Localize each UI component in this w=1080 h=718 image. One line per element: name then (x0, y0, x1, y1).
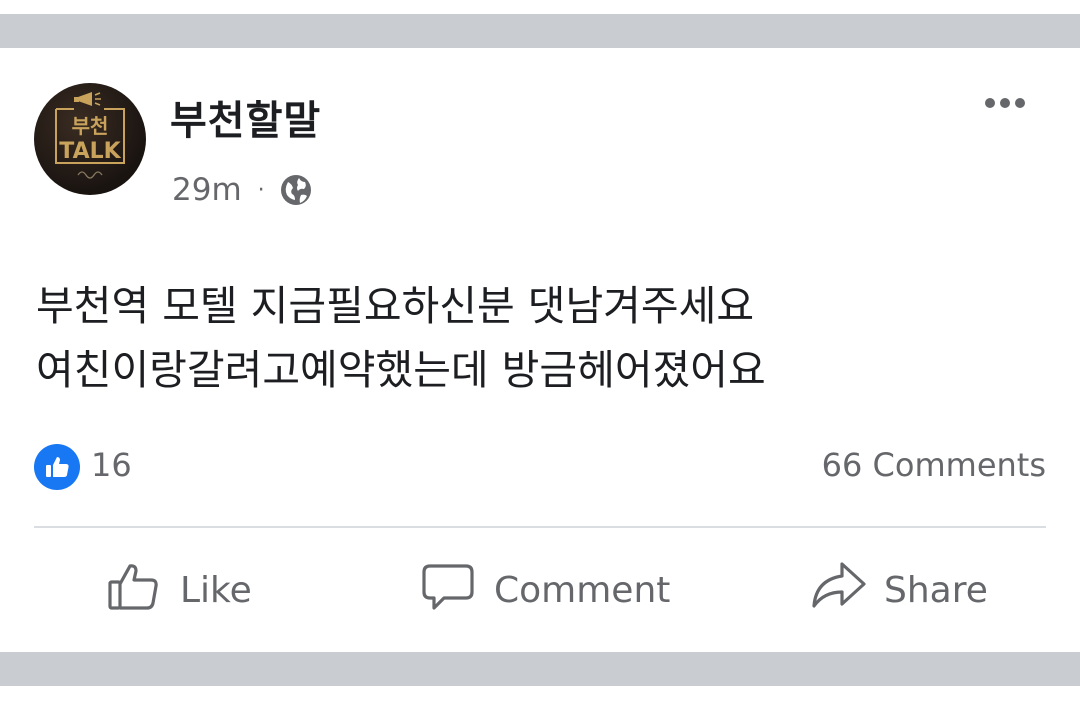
like-button[interactable]: Like (106, 558, 252, 622)
post-text: 부천역 모텔 지금필요하신분 댓남겨주세요 여친이랑갈려고예약했는데 방금헤어졌… (36, 274, 1036, 402)
avatar-line2: TALK (59, 139, 121, 164)
post-meta: 29m · (172, 170, 313, 210)
comments-count-link[interactable]: 66 Comments (822, 446, 1046, 484)
reaction-count[interactable]: 16 (91, 446, 132, 484)
post-text-line: 여친이랑갈려고예약했는데 방금헤어졌어요 (36, 346, 766, 394)
meta-separator: · (257, 177, 265, 203)
globe-icon[interactable] (279, 173, 313, 207)
like-reaction-icon[interactable] (34, 444, 80, 490)
like-label: Like (180, 569, 252, 611)
page-name-link[interactable]: 부천할말 (170, 88, 321, 146)
more-options-icon[interactable] (976, 88, 1034, 118)
thumbs-up-icon (106, 558, 162, 623)
divider (34, 526, 1046, 528)
feed-separator-top (0, 14, 1080, 48)
share-button[interactable]: Share (810, 558, 988, 622)
comment-label: Comment (494, 569, 671, 611)
post-card: 부천 TALK 부천할말 29m · 부천역 모텔 지금필요하신분 댓남겨주세요… (0, 48, 1080, 652)
avatar-line1: 부천 (72, 114, 109, 138)
post-timestamp[interactable]: 29m (172, 172, 242, 208)
feed-separator-bottom (0, 652, 1080, 686)
post-text-line: 부천역 모텔 지금필요하신분 댓남겨주세요 (36, 282, 755, 330)
page-avatar[interactable]: 부천 TALK (34, 83, 146, 195)
share-label: Share (884, 569, 988, 611)
share-arrow-icon (810, 558, 866, 623)
comment-button[interactable]: Comment (420, 558, 670, 622)
comment-bubble-icon (420, 558, 476, 623)
avatar-logo: 부천 TALK (55, 92, 125, 179)
